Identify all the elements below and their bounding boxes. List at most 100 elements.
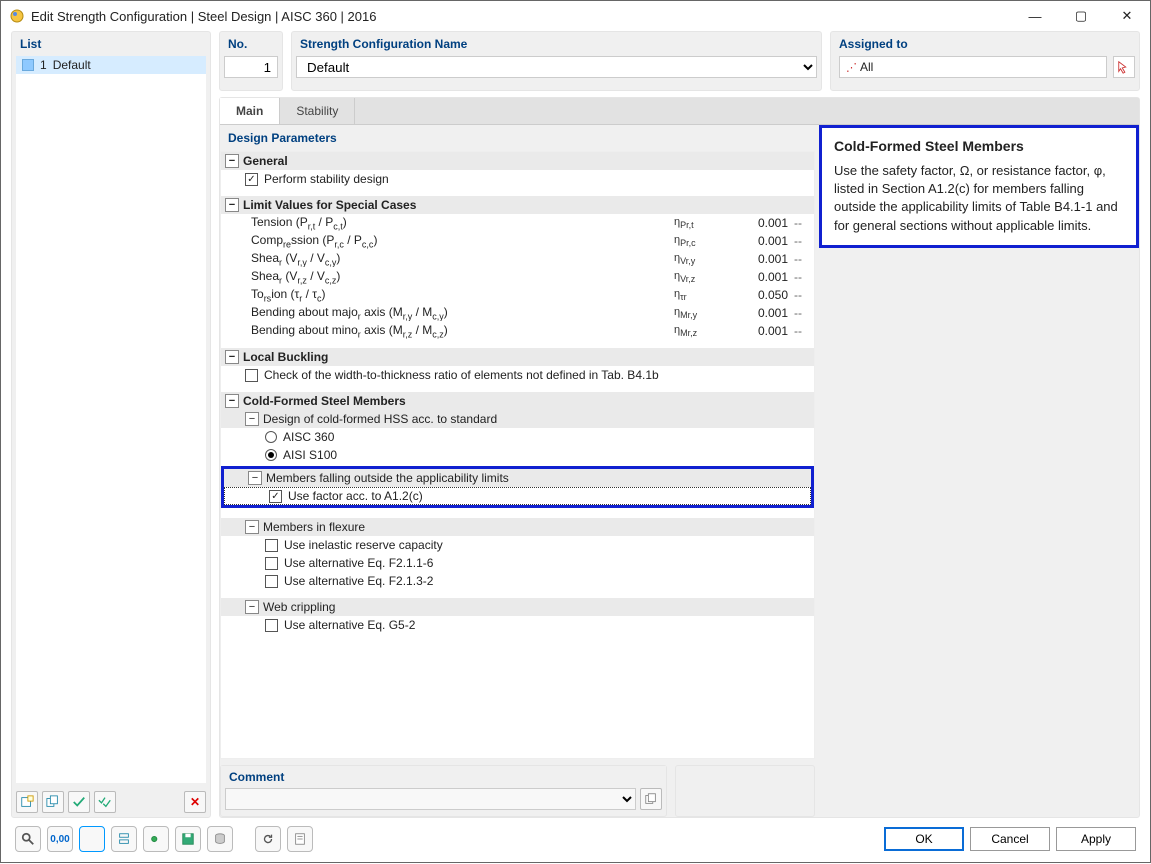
assigned-field[interactable]: ⋰ All (839, 56, 1107, 78)
limit-label: Compression (Pr,c / Pc,c) (245, 233, 674, 249)
limit-value[interactable]: 0.001 (734, 252, 794, 266)
radio[interactable] (265, 431, 277, 443)
row-local-buckling-check[interactable]: Check of the width-to-thickness ratio of… (221, 366, 814, 384)
subgroup-flexure[interactable]: − Members in flexure (221, 518, 814, 536)
filter-button[interactable] (111, 826, 137, 852)
checkbox[interactable] (265, 619, 278, 632)
help-body: Use the safety factor, Ω, or resistance … (834, 162, 1124, 235)
subgroup-cold-design[interactable]: − Design of cold-formed HSS acc. to stan… (221, 410, 814, 428)
limit-row[interactable]: Compression (Pr,c / Pc,c)ηPr,c0.001-- (221, 232, 814, 250)
checkbox[interactable] (269, 490, 282, 503)
collapse-icon[interactable]: − (225, 198, 239, 212)
collapse-icon[interactable]: − (245, 520, 259, 534)
number-input[interactable] (224, 56, 278, 78)
limit-unit: -- (794, 216, 814, 230)
limit-value[interactable]: 0.001 (734, 216, 794, 230)
row-alt-eq-f2116[interactable]: Use alternative Eq. F2.1.1-6 (221, 554, 814, 572)
limit-label: Bending about major axis (Mr,y / Mc,y) (245, 305, 674, 321)
number-panel: No. (219, 31, 283, 91)
checkbox[interactable] (265, 557, 278, 570)
database-button[interactable] (207, 826, 233, 852)
ok-button[interactable]: OK (884, 827, 964, 851)
group-cold-formed[interactable]: − Cold-Formed Steel Members (221, 392, 814, 410)
delete-item-button[interactable]: ✕ (184, 791, 206, 813)
comment-input[interactable] (225, 788, 636, 810)
copy-item-button[interactable] (42, 791, 64, 813)
save-button[interactable] (175, 826, 201, 852)
check-button[interactable] (68, 791, 90, 813)
limit-label: Shear (Vr,y / Vc,y) (245, 251, 674, 267)
limit-value[interactable]: 0.001 (734, 234, 794, 248)
new-item-button[interactable] (16, 791, 38, 813)
limit-row[interactable]: Torsion (τr / τc)ητr0.050-- (221, 286, 814, 304)
limit-unit: -- (794, 306, 814, 320)
row-inelastic-reserve[interactable]: Use inelastic reserve capacity (221, 536, 814, 554)
limit-row[interactable]: Shear (Vr,y / Vc,y)ηVr,y0.001-- (221, 250, 814, 268)
bottom-toolbar: 0,00 OK Cancel Apply (11, 818, 1140, 852)
comment-library-button[interactable] (640, 788, 662, 810)
limit-row[interactable]: Bending about minor axis (Mr,z / Mc,z)ηM… (221, 322, 814, 340)
link-button[interactable] (143, 826, 169, 852)
help-column: Cold-Formed Steel Members Use the safety… (819, 125, 1139, 817)
app-icon (9, 8, 25, 24)
list-tree[interactable]: 1 Default (16, 56, 206, 783)
checkbox[interactable] (245, 369, 258, 382)
collapse-icon[interactable]: − (225, 394, 239, 408)
close-button[interactable]: ✕ (1104, 1, 1150, 31)
limit-unit: -- (794, 252, 814, 266)
limit-row[interactable]: Tension (Pr,t / Pc,t)ηPr,t0.001-- (221, 214, 814, 232)
radio[interactable] (265, 449, 277, 461)
name-select[interactable]: Default (296, 56, 817, 78)
limit-row[interactable]: Shear (Vr,z / Vc,z)ηVr,z0.001-- (221, 268, 814, 286)
checkbox[interactable] (245, 173, 258, 186)
limit-value[interactable]: 0.001 (734, 306, 794, 320)
help-box: Cold-Formed Steel Members Use the safety… (819, 125, 1139, 248)
limit-symbol: ηVr,y (674, 252, 734, 266)
check-all-button[interactable] (94, 791, 116, 813)
tabs: Main Stability (220, 98, 1139, 125)
number-header: No. (220, 32, 282, 56)
row-use-factor-a12c[interactable]: Use factor acc. to A1.2(c) (224, 487, 811, 505)
row-alt-eq-g52[interactable]: Use alternative Eq. G5-2 (221, 616, 814, 634)
row-perform-stability[interactable]: Perform stability design (221, 170, 814, 188)
reset-button[interactable] (255, 826, 281, 852)
subgroup-outside-limits[interactable]: − Members falling outside the applicabil… (224, 469, 811, 487)
apply-button[interactable]: Apply (1056, 827, 1136, 851)
minimize-button[interactable]: — (1012, 1, 1058, 31)
subgroup-web-crippling[interactable]: − Web crippling (221, 598, 814, 616)
limit-label: Shear (Vr,z / Vc,z) (245, 269, 674, 285)
maximize-button[interactable]: ▢ (1058, 1, 1104, 31)
limit-unit: -- (794, 234, 814, 248)
limit-row[interactable]: Bending about major axis (Mr,y / Mc,y)ηM… (221, 304, 814, 322)
collapse-icon[interactable]: − (245, 412, 259, 426)
group-limit-values[interactable]: − Limit Values for Special Cases (221, 196, 814, 214)
limit-value[interactable]: 0.050 (734, 288, 794, 302)
checkbox[interactable] (265, 575, 278, 588)
search-button[interactable] (15, 826, 41, 852)
tab-main[interactable]: Main (220, 98, 280, 124)
defaults-button[interactable] (287, 826, 313, 852)
limit-symbol: ηPr,t (674, 216, 734, 230)
cancel-button[interactable]: Cancel (970, 827, 1050, 851)
limit-symbol: ηVr,z (674, 270, 734, 284)
list-header: List (12, 32, 210, 56)
row-aisi-s100[interactable]: AISI S100 (221, 446, 814, 464)
group-general[interactable]: − General (221, 152, 814, 170)
params-grid[interactable]: − General Perform stability design − (220, 151, 815, 759)
checkbox[interactable] (265, 539, 278, 552)
limit-value[interactable]: 0.001 (734, 270, 794, 284)
limit-value[interactable]: 0.001 (734, 324, 794, 338)
pick-objects-button[interactable] (1113, 56, 1135, 78)
row-alt-eq-f2132[interactable]: Use alternative Eq. F2.1.3-2 (221, 572, 814, 590)
row-aisc-360[interactable]: AISC 360 (221, 428, 814, 446)
collapse-icon[interactable]: − (245, 600, 259, 614)
collapse-icon[interactable]: − (225, 350, 239, 364)
limit-unit: -- (794, 324, 814, 338)
display-button[interactable] (79, 826, 105, 852)
list-item[interactable]: 1 Default (16, 56, 206, 74)
collapse-icon[interactable]: − (225, 154, 239, 168)
units-button[interactable]: 0,00 (47, 826, 73, 852)
collapse-icon[interactable]: − (248, 471, 262, 485)
group-local-buckling[interactable]: − Local Buckling (221, 348, 814, 366)
tab-stability[interactable]: Stability (280, 98, 355, 124)
